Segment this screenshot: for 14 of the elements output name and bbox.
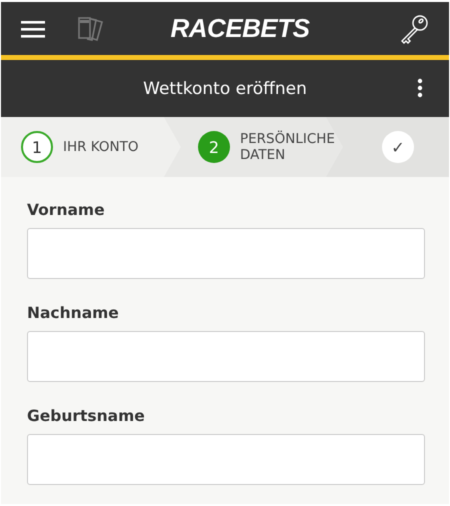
step-label: IHR KONTO: [63, 139, 140, 155]
input-field[interactable]: [27, 228, 425, 279]
input-field[interactable]: [27, 331, 425, 382]
key-icon[interactable]: [399, 14, 429, 44]
page-title: Wettkonto eröffnen: [143, 78, 307, 98]
input-field[interactable]: [27, 434, 425, 485]
field-label: Vorname: [27, 201, 106, 219]
menu-icon[interactable]: [21, 18, 45, 38]
logo: RACEBETS: [169, 13, 310, 44]
tickets-icon[interactable]: [77, 16, 105, 42]
field-label: Nachname: [27, 304, 120, 322]
more-icon[interactable]: [417, 78, 423, 98]
step-label: PERSÖNLICHE DATEN: [240, 131, 336, 163]
field-label: Geburtsname: [27, 407, 146, 425]
